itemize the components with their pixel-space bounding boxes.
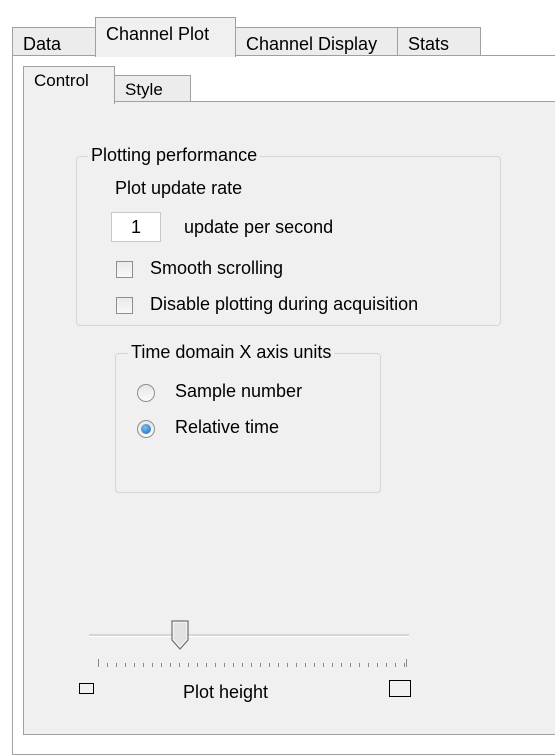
slider-tick-start <box>98 659 99 667</box>
sample-number-radio[interactable] <box>137 384 155 402</box>
tab-data-label: Data <box>23 34 62 54</box>
smooth-scrolling-checkbox[interactable] <box>116 261 133 278</box>
time-domain-title: Time domain X axis units <box>128 342 335 363</box>
relative-time-label[interactable]: Relative time <box>175 417 279 438</box>
slider-tick-end <box>406 659 407 667</box>
tab-channel-display-label: Channel Display <box>246 34 378 54</box>
plotting-performance-title: Plotting performance <box>88 145 261 166</box>
plot-height-slider-track[interactable] <box>89 634 409 637</box>
disable-plotting-checkbox[interactable] <box>116 297 133 314</box>
plot-update-rate-label: Plot update rate <box>115 178 243 198</box>
plot-height-slider-ticks <box>98 659 406 667</box>
tab-stats[interactable]: Stats <box>397 27 481 55</box>
plot-height-slider-thumb[interactable] <box>170 620 190 650</box>
disable-plotting-label[interactable]: Disable plotting during acquisition <box>150 294 418 315</box>
tab-stats-label: Stats <box>408 34 450 54</box>
tab-channel-plot[interactable]: Channel Plot <box>95 17 236 57</box>
tab-channel-plot-label: Channel Plot <box>106 24 210 44</box>
sample-number-label[interactable]: Sample number <box>175 381 302 402</box>
tab-data[interactable]: Data <box>12 27 96 55</box>
plot-update-rate-input[interactable]: 1 <box>111 212 161 242</box>
smooth-scrolling-label[interactable]: Smooth scrolling <box>150 258 283 279</box>
plot-update-rate-unit: update per second <box>184 217 334 237</box>
tab-style-label: Style <box>125 80 163 99</box>
relative-time-radio[interactable] <box>137 420 155 438</box>
tab-style[interactable]: Style <box>114 75 191 102</box>
small-plot-icon <box>79 683 94 694</box>
control-panel: Plotting performance Plot update rate 1 … <box>23 101 555 735</box>
tab-control[interactable]: Control <box>23 66 115 104</box>
tab-control-label: Control <box>34 71 89 90</box>
plot-height-label: Plot height <box>183 682 269 702</box>
large-plot-icon <box>389 680 411 697</box>
tab-channel-display[interactable]: Channel Display <box>235 27 398 55</box>
